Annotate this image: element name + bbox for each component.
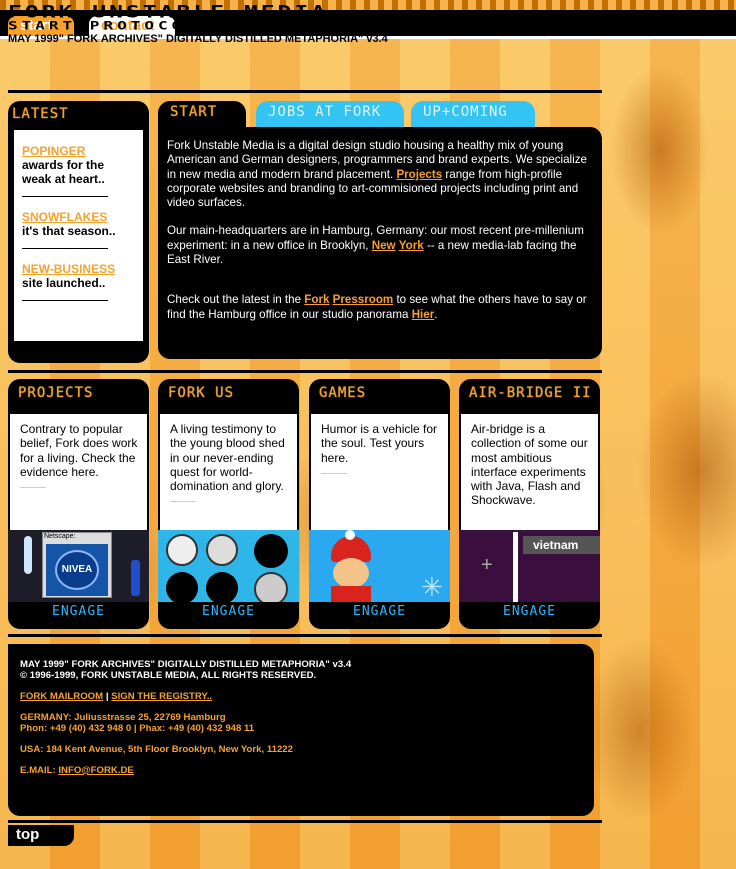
text: . [434, 307, 438, 321]
germany-address: GERMANY: Juliusstrasse 25, 22769 Hamburg [20, 712, 226, 723]
footer-links: FORK MAILROOM | SIGN THE REGISTRY.. [20, 691, 582, 702]
projects-image[interactable]: Netscape: NIVEA [8, 530, 149, 602]
window-title: Netscape: [44, 533, 76, 540]
engage-button[interactable]: ENGAGE [158, 604, 299, 619]
card-description: Humor is a vehicle for the soul. Test yo… [321, 422, 438, 465]
footer-archives: MAY 1999" FORK ARCHIVES" DIGITALLY DISTI… [20, 659, 352, 670]
email-line: E.MAIL: INFO@FORK.DE [20, 765, 582, 776]
latest-label: LATEST [12, 106, 69, 122]
intro-paragraph-3: Check out the latest in the Fork Pressro… [167, 293, 590, 322]
divider [321, 472, 347, 474]
card-description: Air-bridge is a collection of some our m… [471, 422, 588, 508]
card-fork-us: FORK US A living testimony to the young … [158, 379, 299, 629]
divider [22, 300, 108, 301]
card-games: GAMES Humor is a vehicle for the soul. T… [309, 379, 450, 629]
news-link-popinger[interactable]: POPINGER [22, 144, 135, 158]
site-subtitle: START PROTOCOL [8, 19, 199, 33]
card-title: AIR-BRIDGE II [469, 385, 592, 401]
tab-jobs[interactable]: JOBS AT FORK [256, 101, 404, 129]
card-title: FORK US [168, 385, 235, 401]
games-image[interactable]: ✳ [309, 530, 450, 602]
tab-start[interactable]: START [158, 101, 246, 129]
news-link-new-business[interactable]: NEW-BUSINESS [22, 262, 135, 276]
card-title: GAMES [319, 385, 367, 401]
list-item: SNOWFLAKES it's that season.. [22, 210, 135, 249]
latest-list: POPINGER awards for the weak at heart.. … [14, 130, 143, 341]
intro-panel: Fork Unstable Media is a digital design … [158, 127, 602, 359]
card-projects: PROJECTS Contrary to popular belief, For… [8, 379, 149, 629]
card-air-bridge: AIR-BRIDGE II Air-bridge is a collection… [459, 379, 600, 629]
link-divider: | [105, 691, 109, 702]
snowflake-icon: ✳ [421, 572, 443, 602]
email-link[interactable]: INFO@FORK.DE [58, 765, 133, 776]
air-bridge-image[interactable]: vietnam + [459, 530, 600, 602]
divider [22, 196, 108, 197]
list-item: POPINGER awards for the weak at heart.. [22, 144, 135, 197]
card-title: PROJECTS [18, 385, 94, 401]
card-text: Contrary to popular belief, Fork does wo… [10, 414, 147, 530]
divider [20, 487, 46, 489]
footer-panel: MAY 1999" FORK ARCHIVES" DIGITALLY DISTI… [8, 644, 594, 816]
registry-link[interactable]: SIGN THE REGISTRY.. [111, 691, 212, 702]
tab-upcoming-label: UP+COMING [423, 104, 508, 120]
card-description: A living testimony to the young blood sh… [170, 422, 285, 494]
mailroom-link[interactable]: FORK MAILROOM [20, 691, 103, 702]
hier-link[interactable]: Hier [412, 308, 435, 321]
usa-address: USA: 184 Kent Avenue, 5th Floor Brooklyn… [20, 744, 293, 755]
news-link-snowflakes[interactable]: SNOWFLAKES [22, 210, 135, 224]
section-rule [8, 370, 602, 373]
tab-upcoming[interactable]: UP+COMING [411, 101, 535, 129]
pressroom-link[interactable]: Pressroom [333, 293, 394, 306]
email-label: E.MAIL: [20, 765, 59, 776]
york-link[interactable]: York [399, 239, 424, 252]
card-text: Air-bridge is a collection of some our m… [461, 414, 598, 530]
news-text: site launched.. [22, 276, 106, 290]
fork-link[interactable]: Fork [304, 293, 329, 306]
back-to-top-button[interactable]: top [8, 825, 74, 846]
engage-button[interactable]: ENGAGE [309, 604, 450, 619]
list-item: NEW-BUSINESS site launched.. [22, 262, 135, 301]
vietnam-label: vietnam [523, 536, 600, 554]
fork-us-image[interactable] [158, 530, 299, 602]
text: Check out the latest in the [167, 293, 305, 307]
divider [22, 248, 108, 249]
divider [170, 501, 196, 503]
news-text: awards for the weak at heart.. [22, 158, 105, 186]
header-rule [8, 90, 602, 93]
phone-numbers: Phon: +49 (40) 432 948 0 | Phax: +49 (40… [20, 723, 255, 734]
card-text: Humor is a vehicle for the soul. Test yo… [311, 414, 448, 530]
section-rule [8, 634, 602, 637]
projects-link[interactable]: Projects [396, 168, 442, 181]
tab-start-label: START [170, 104, 218, 120]
card-description: Contrary to popular belief, Fork does wo… [20, 422, 138, 479]
intro-paragraph-1: Fork Unstable Media is a digital design … [167, 139, 590, 210]
news-text: it's that season.. [22, 224, 116, 238]
site-tagline: MAY 1999" FORK ARCHIVES" DIGITALLY DISTI… [8, 33, 388, 45]
engage-button[interactable]: ENGAGE [8, 604, 149, 619]
new-link[interactable]: New [372, 239, 396, 252]
nivea-label: NIVEA [55, 550, 99, 590]
footer-rule [8, 820, 602, 823]
engage-button[interactable]: ENGAGE [459, 604, 600, 619]
crosshair-icon: + [481, 554, 493, 576]
intro-paragraph-2: Our main-headquarters are in Hamburg, Ge… [167, 224, 590, 267]
tab-jobs-label: JOBS AT FORK [268, 104, 382, 120]
footer-copyright: © 1996-1999, FORK UNSTABLE MEDIA, ALL RI… [20, 670, 317, 681]
card-text: A living testimony to the young blood sh… [160, 414, 297, 530]
